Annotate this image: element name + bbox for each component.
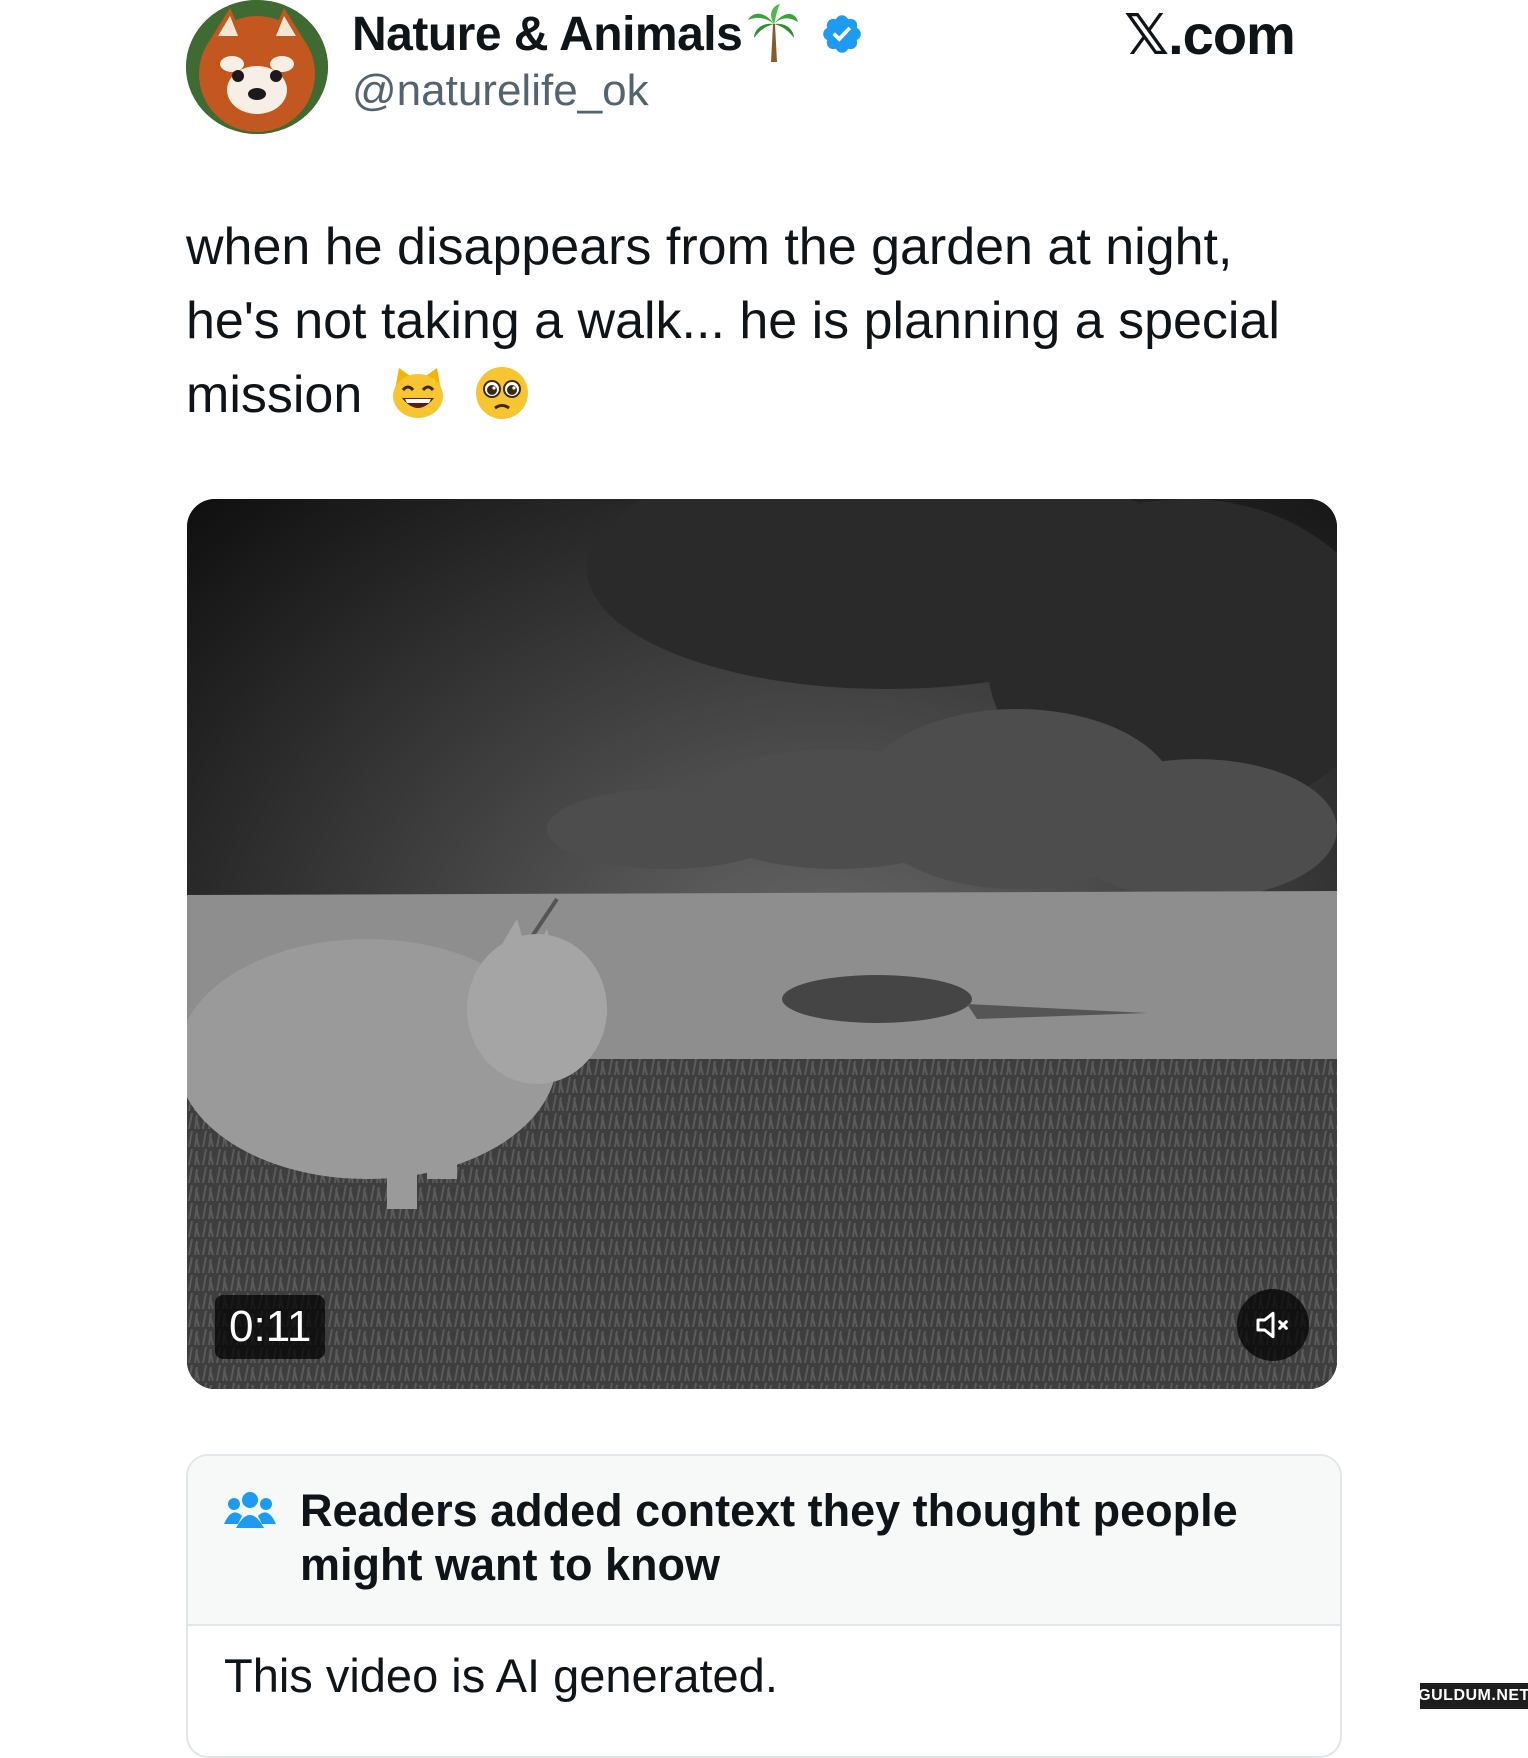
muted-speaker-icon <box>1256 1311 1288 1339</box>
video-player[interactable]: 0:11 <box>187 499 1337 1389</box>
video-duration: 0:11 <box>215 1295 326 1359</box>
verified-badge-icon <box>823 15 862 53</box>
people-icon <box>224 1492 276 1528</box>
tweet-body: when he disappears from the garden at ni… <box>186 218 1280 424</box>
community-note[interactable]: Readers added context they thought peopl… <box>186 1454 1342 1758</box>
community-note-title: Readers added context they thought peopl… <box>300 1485 1238 1590</box>
palm-tree-icon <box>748 4 799 62</box>
community-note-header: Readers added context they thought peopl… <box>188 1456 1340 1626</box>
avatar[interactable] <box>186 0 328 134</box>
video-frame <box>187 499 1337 1389</box>
tweet-text: when he disappears from the garden at ni… <box>186 210 1336 432</box>
red-panda-avatar <box>186 0 328 134</box>
grinning-cat-icon <box>392 368 443 418</box>
display-name-text: Nature & Animals <box>352 7 743 61</box>
mute-button[interactable] <box>1237 1289 1309 1361</box>
display-name[interactable]: Nature & Animals <box>352 4 864 64</box>
author-handle[interactable]: @naturelife_ok <box>352 66 649 116</box>
community-note-body: This video is AI generated. <box>224 1649 778 1702</box>
pleading-face-icon <box>476 367 529 419</box>
x-com-logo: 𝕏.com <box>1124 3 1296 66</box>
watermark: GULDUM.NET <box>1418 1683 1528 1709</box>
